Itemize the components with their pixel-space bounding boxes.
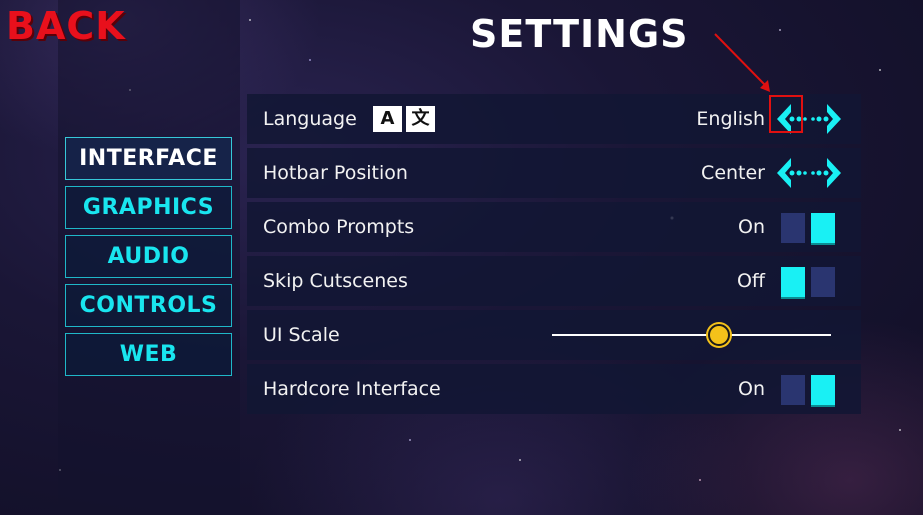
toggle-on-segment[interactable] (811, 213, 835, 243)
setting-label: Combo Prompts (263, 216, 415, 238)
toggle-off-segment[interactable] (781, 375, 805, 405)
arrow-left-icon[interactable] (775, 156, 807, 190)
setting-row-ui-scale: UI Scale (247, 310, 861, 360)
setting-label: Hotbar Position (263, 162, 408, 184)
toggle-off-segment[interactable] (781, 267, 805, 297)
toggle-off-segment[interactable] (781, 213, 805, 243)
setting-label: Language (263, 108, 357, 130)
annotation-arrow (714, 33, 770, 92)
translate-icon-cjk: 文 (406, 106, 435, 132)
setting-row-hotbar-position: Hotbar Position Center (247, 148, 861, 198)
setting-row-combo-prompts: Combo Prompts On (247, 202, 861, 252)
toggle-on-segment[interactable] (811, 375, 835, 405)
slider-knob[interactable] (708, 324, 731, 346)
combo-prompts-toggle[interactable] (781, 213, 835, 243)
nav-item-web[interactable]: WEB (65, 333, 232, 376)
back-button[interactable]: BACK (6, 4, 126, 48)
option-cycler (769, 95, 843, 136)
annotation-highlight-box (769, 95, 803, 133)
page-title: SETTINGS (470, 12, 689, 56)
setting-label: Skip Cutscenes (263, 270, 408, 292)
ui-scale-slider[interactable] (552, 324, 831, 346)
nav-item-audio[interactable]: AUDIO (65, 235, 232, 278)
setting-value: English (696, 108, 765, 130)
translate-icon: A 文 (373, 106, 435, 132)
toggle-on-segment[interactable] (811, 267, 835, 297)
settings-list: Language A 文 English Hotbar Position Cen… (247, 94, 861, 418)
setting-value: On (738, 216, 765, 238)
setting-label: Hardcore Interface (263, 378, 441, 400)
arrow-right-icon[interactable] (811, 102, 843, 136)
nav-item-interface[interactable]: INTERFACE (65, 137, 232, 180)
skip-cutscenes-toggle[interactable] (781, 267, 835, 297)
setting-value: Center (701, 162, 765, 184)
setting-value: Off (736, 270, 765, 292)
arrow-right-icon[interactable] (811, 156, 843, 190)
hardcore-interface-toggle[interactable] (781, 375, 835, 405)
setting-row-language: Language A 文 English (247, 94, 861, 144)
setting-row-skip-cutscenes: Skip Cutscenes Off (247, 256, 861, 306)
nav-item-controls[interactable]: CONTROLS (65, 284, 232, 327)
nav-item-graphics[interactable]: GRAPHICS (65, 186, 232, 229)
settings-category-nav: INTERFACE GRAPHICS AUDIO CONTROLS WEB (65, 137, 232, 382)
setting-value: On (738, 378, 765, 400)
setting-row-hardcore-interface: Hardcore Interface On (247, 364, 861, 414)
option-cycler (773, 156, 843, 190)
translate-icon-latin: A (373, 106, 402, 132)
setting-label: UI Scale (263, 324, 340, 346)
